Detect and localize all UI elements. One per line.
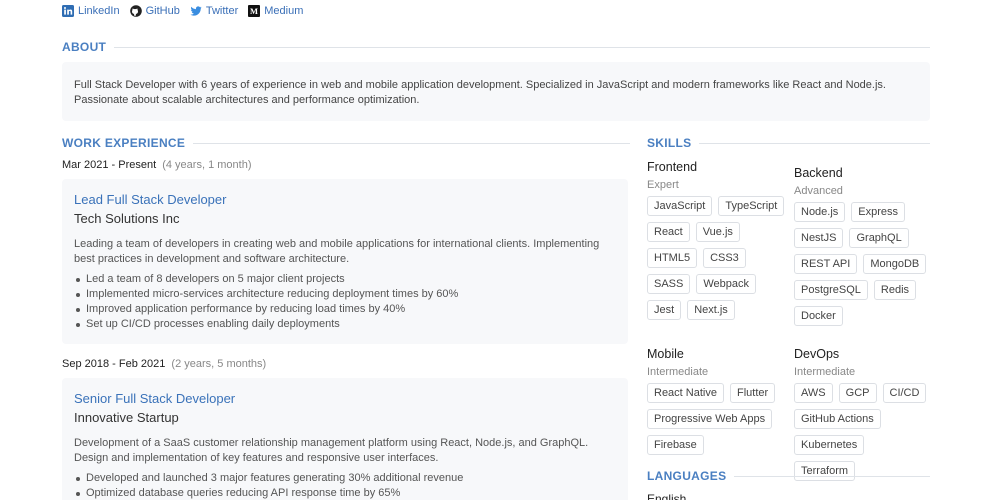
job-period-dates: Sep 2018 - Feb 2021 xyxy=(62,358,166,370)
medium-icon: M xyxy=(248,5,261,17)
list-item: Led a team of 8 developers on 5 major cl… xyxy=(74,272,616,287)
github-label: GitHub xyxy=(145,5,180,17)
skill-group-name: Frontend xyxy=(647,160,698,174)
job-card: Senior Full Stack Developer Innovative S… xyxy=(62,378,628,500)
skill-chip: React Native xyxy=(647,383,724,403)
job-description: Leading a team of developers in creating… xyxy=(74,238,600,265)
linkedin-link[interactable]: LinkedIn xyxy=(62,5,120,17)
twitter-label: Twitter xyxy=(205,5,239,17)
list-item: Implemented micro-services architecture … xyxy=(74,287,616,302)
skill-chip: PostgreSQL xyxy=(794,280,868,300)
skill-chips: AWS GCP CI/CD GitHub Actions Kubernetes … xyxy=(794,383,930,481)
job-company: Innovative Startup xyxy=(74,410,179,425)
job-duration: (4 years, 1 month) xyxy=(162,159,252,171)
skill-group-name: Mobile xyxy=(647,347,684,361)
skill-chip: AWS xyxy=(794,383,833,403)
job-description: Development of a SaaS customer relations… xyxy=(74,437,589,464)
job-card: Lead Full Stack Developer Tech Solutions… xyxy=(62,179,628,344)
linkedin-label: LinkedIn xyxy=(78,5,120,17)
job-period-dates: Mar 2021 - Present xyxy=(62,159,157,171)
divider xyxy=(193,142,630,144)
skill-chips: JavaScript TypeScript React Vue.js HTML5… xyxy=(647,196,787,320)
skill-group-devops: DevOps Intermediate AWS GCP CI/CD GitHub… xyxy=(794,347,930,481)
skill-chip: HTML5 xyxy=(647,248,698,268)
skill-chip: Flutter xyxy=(729,383,776,403)
list-item: Improved application performance by redu… xyxy=(74,302,616,317)
about-heading: ABOUT xyxy=(62,40,107,54)
skill-chip: Docker xyxy=(794,306,843,326)
about-section-title: ABOUT xyxy=(62,40,930,54)
skill-chip: REST API xyxy=(794,254,858,274)
skill-chip: CI/CD xyxy=(882,383,927,403)
skill-chip: Node.js xyxy=(794,202,846,222)
skill-chip: SASS xyxy=(647,274,691,294)
medium-link[interactable]: M Medium xyxy=(248,5,303,17)
skill-chip: CSS3 xyxy=(703,248,746,268)
skill-chip: Webpack xyxy=(696,274,757,294)
language-item: English xyxy=(647,492,687,500)
job-duration: (2 years, 5 months) xyxy=(171,358,267,370)
twitter-icon xyxy=(190,5,202,17)
skill-chip: NestJS xyxy=(794,228,844,248)
job-achievements: Developed and launched 3 major features … xyxy=(74,471,616,500)
skill-group-level: Expert xyxy=(647,179,679,191)
job-company: Tech Solutions Inc xyxy=(74,211,180,226)
skill-chip: Firebase xyxy=(647,435,704,455)
list-item: Developed and launched 3 major features … xyxy=(74,471,616,486)
about-text: Full Stack Developer with 6 years of exp… xyxy=(74,79,886,106)
skill-chip: GitHub Actions xyxy=(794,409,881,429)
skill-group-level: Advanced xyxy=(794,185,843,197)
skill-group-frontend: Frontend Expert JavaScript TypeScript Re… xyxy=(647,160,787,320)
job-title: Lead Full Stack Developer xyxy=(74,192,227,207)
linkedin-icon xyxy=(62,5,74,17)
skill-chip: GCP xyxy=(838,383,877,403)
skill-group-backend: Backend Advanced Node.js Express NestJS … xyxy=(794,166,930,326)
divider xyxy=(734,475,930,477)
skill-chip: Kubernetes xyxy=(794,435,865,455)
skill-chip: TypeScript xyxy=(718,196,785,216)
skill-chip: React xyxy=(647,222,690,242)
skill-chip: Redis xyxy=(873,280,917,300)
job-period: Sep 2018 - Feb 2021 (2 years, 5 months) xyxy=(62,358,266,370)
social-links: LinkedIn GitHub Twitter M Medium xyxy=(62,5,303,17)
list-item: Set up CI/CD processes enabling daily de… xyxy=(74,317,616,332)
divider xyxy=(699,142,930,144)
languages-heading: LANGUAGES xyxy=(647,469,727,483)
work-heading: WORK EXPERIENCE xyxy=(62,136,186,150)
job-achievements: Led a team of 8 developers on 5 major cl… xyxy=(74,272,616,332)
skills-section-title: SKILLS xyxy=(647,136,930,150)
skill-group-name: DevOps xyxy=(794,347,840,361)
skill-chip: Jest xyxy=(647,300,682,320)
skill-group-level: Intermediate xyxy=(794,366,856,378)
list-item: Optimized database queries reducing API … xyxy=(74,486,616,500)
skill-chip: Next.js xyxy=(687,300,735,320)
skill-chip: Progressive Web Apps xyxy=(647,409,773,429)
skill-chip: Vue.js xyxy=(695,222,740,242)
skill-chip: GraphQL xyxy=(849,228,909,248)
divider xyxy=(114,46,930,48)
skill-chips: Node.js Express NestJS GraphQL REST API … xyxy=(794,202,930,326)
skill-chip: Express xyxy=(851,202,906,222)
github-icon xyxy=(129,5,142,17)
skill-chip: MongoDB xyxy=(863,254,927,274)
about-box: Full Stack Developer with 6 years of exp… xyxy=(62,62,930,121)
skill-group-level: Intermediate xyxy=(647,366,709,378)
skills-heading: SKILLS xyxy=(647,136,692,150)
twitter-link[interactable]: Twitter xyxy=(190,5,238,17)
github-link[interactable]: GitHub xyxy=(129,5,180,17)
skill-chips: React Native Flutter Progressive Web App… xyxy=(647,383,787,455)
skill-group-mobile: Mobile Intermediate React Native Flutter… xyxy=(647,347,787,455)
work-section-title: WORK EXPERIENCE xyxy=(62,136,630,150)
skill-chip: JavaScript xyxy=(647,196,713,216)
skill-group-name: Backend xyxy=(794,166,843,180)
medium-label: Medium xyxy=(264,5,304,17)
svg-text:M: M xyxy=(250,6,258,16)
job-period: Mar 2021 - Present (4 years, 1 month) xyxy=(62,159,251,171)
job-title: Senior Full Stack Developer xyxy=(74,391,236,406)
languages-section-title: LANGUAGES xyxy=(647,469,930,483)
